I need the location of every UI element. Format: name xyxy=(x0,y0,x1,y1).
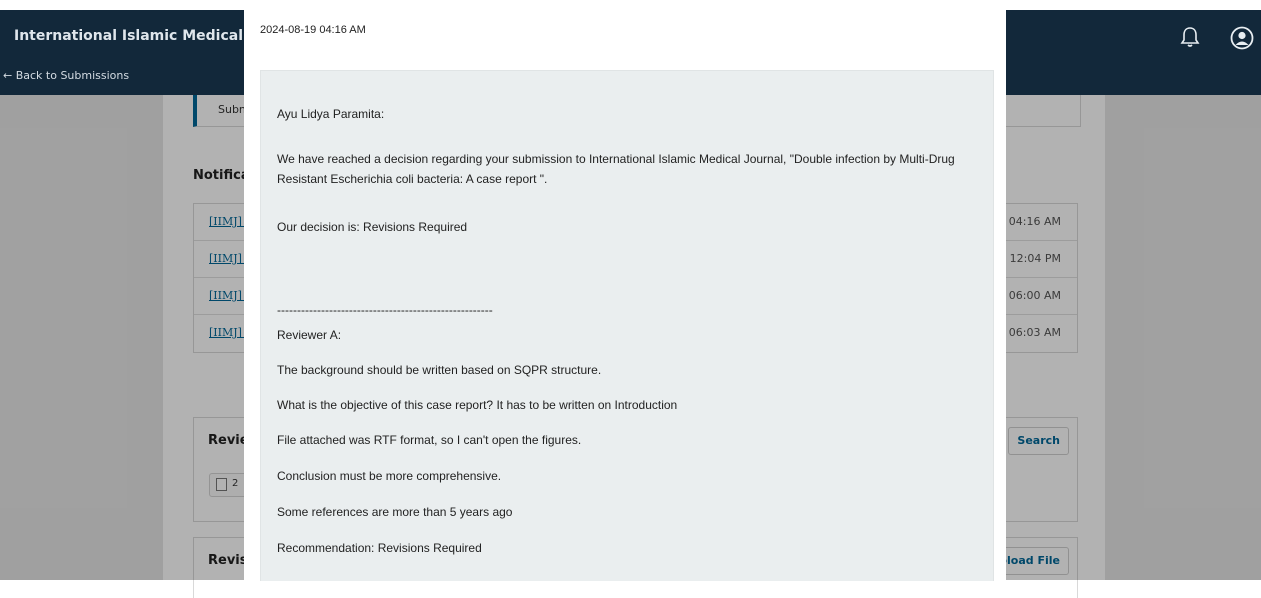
email-recommendation: Recommendation: Revisions Required xyxy=(277,541,482,555)
email-modal: 2024-08-19 04:16 AM Ayu Lidya Paramita: … xyxy=(244,10,1006,581)
email-separator: ----------------------------------------… xyxy=(277,303,493,317)
email-comment: File attached was RTF format, so I can't… xyxy=(277,433,582,447)
bell-icon[interactable] xyxy=(1180,26,1200,48)
user-icon[interactable] xyxy=(1230,26,1254,50)
back-to-submissions-link[interactable]: ← Back to Submissions xyxy=(3,69,129,82)
email-body: Ayu Lidya Paramita: We have reached a de… xyxy=(260,70,994,581)
email-comment: Conclusion must be more comprehensive. xyxy=(277,469,502,483)
email-reviewer: Reviewer A: xyxy=(277,328,342,342)
email-intro: We have reached a decision regarding you… xyxy=(277,152,955,186)
email-comment: Some references are more than 5 years ag… xyxy=(277,505,513,519)
email-comment: What is the objective of this case repor… xyxy=(277,398,678,412)
email-greeting: Ayu Lidya Paramita: xyxy=(277,107,385,121)
email-date: 2024-08-19 04:16 AM xyxy=(260,24,366,36)
email-decision: Our decision is: Revisions Required xyxy=(277,220,468,234)
email-comment: The background should be written based o… xyxy=(277,363,602,377)
